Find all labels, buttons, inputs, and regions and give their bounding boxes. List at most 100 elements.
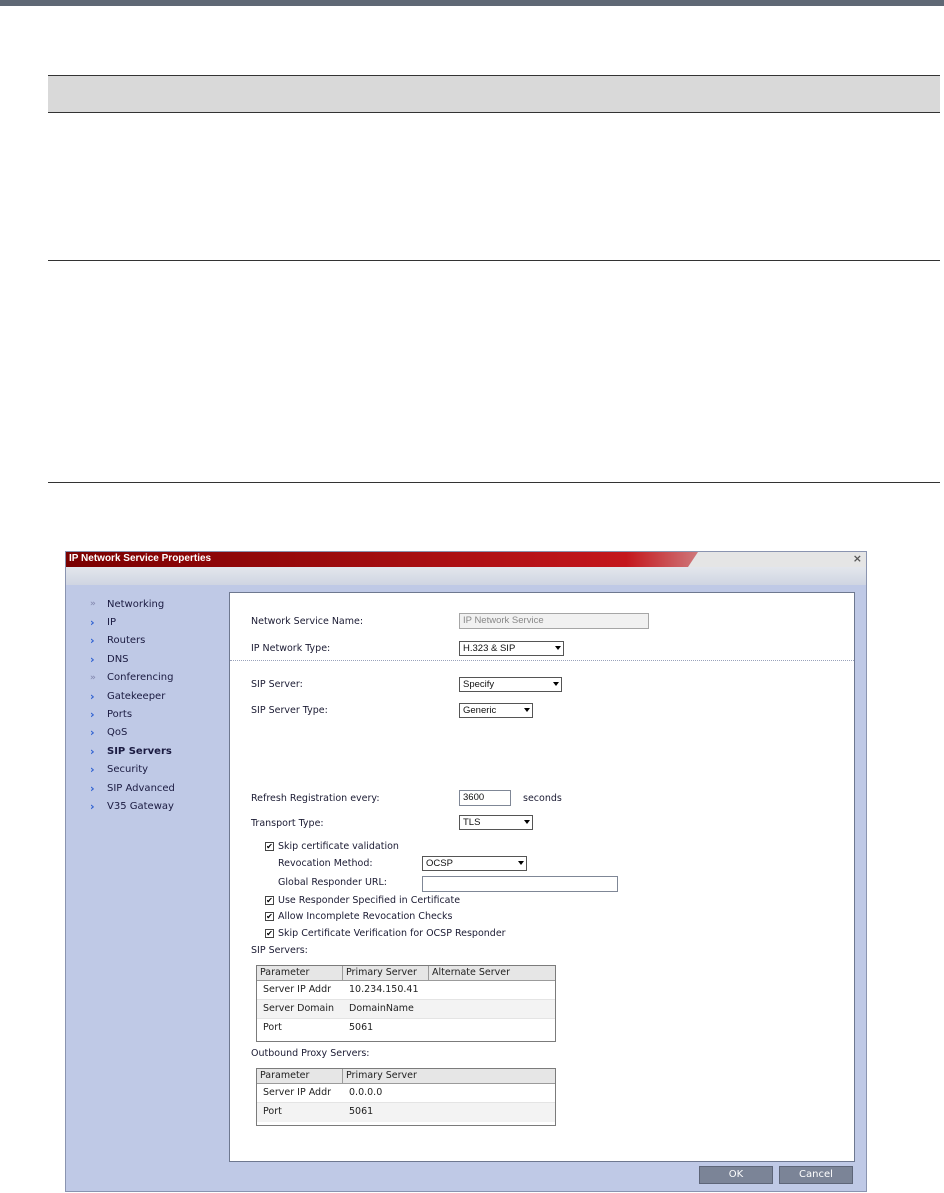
table-cell: 10.234.150.41 [349, 984, 419, 995]
chevron-down-icon [524, 708, 530, 712]
document-table-row [48, 261, 940, 483]
table-row[interactable]: Port 5061 [257, 1019, 555, 1038]
network-type-value: H.323 & SIP [463, 643, 516, 654]
sip-server-select[interactable]: Specify [459, 677, 562, 692]
sidebar-item-dns[interactable]: › DNS [90, 650, 220, 668]
skip-ocsp-label: Skip Certificate Verification for OCSP R… [278, 928, 506, 939]
sip-server-type-label: SIP Server Type: [251, 705, 328, 716]
service-name-field[interactable]: IP Network Service [459, 613, 649, 629]
dialog-titlebar: IP Network Service Properties × [66, 552, 866, 567]
ok-button[interactable]: OK [699, 1166, 773, 1184]
table-cell: Port [263, 1022, 282, 1033]
skip-ocsp-checkbox[interactable]: ✔ [265, 929, 274, 938]
global-url-label: Global Responder URL: [278, 877, 388, 888]
sidebar-item-qos[interactable]: › QoS [90, 724, 220, 742]
network-type-label: IP Network Type: [251, 643, 331, 654]
allow-incomplete-checkbox[interactable]: ✔ [265, 912, 274, 921]
close-icon[interactable]: × [853, 552, 862, 565]
table-cell [429, 1000, 555, 1018]
revocation-value: OCSP [426, 858, 453, 869]
chevron-right-icon: › [90, 799, 95, 813]
sidebar-item-label: Gatekeeper [107, 690, 166, 702]
column-header: Parameter [257, 1069, 343, 1083]
table-cell: Server Domain [263, 1003, 335, 1014]
sidebar-item-label: SIP Servers [107, 745, 172, 757]
table-row[interactable]: Server Domain DomainName [257, 1000, 555, 1019]
table-cell [429, 1019, 555, 1038]
chevron-down-icon [518, 861, 524, 865]
table-header: Parameter Primary Server Alternate Serve… [257, 966, 555, 981]
titlebar-wedge [688, 552, 866, 567]
sidebar-item-label: SIP Advanced [107, 782, 175, 794]
sidebar-item-label: IP [107, 617, 116, 629]
sidebar-item-label: DNS [107, 653, 129, 665]
cancel-button[interactable]: Cancel [779, 1166, 853, 1184]
sidebar-item-label: Security [107, 764, 149, 776]
sip-server-value: Specify [463, 679, 495, 690]
section-divider [230, 660, 854, 661]
table-cell: Server IP Addr [263, 984, 332, 995]
chevron-right-icon: › [90, 763, 95, 777]
refresh-input[interactable]: 3600 [459, 790, 511, 806]
sidebar-item-v35-gateway[interactable]: › V35 Gateway [90, 797, 220, 815]
allow-incomplete-label: Allow Incomplete Revocation Checks [278, 911, 453, 922]
sidebar-item-label: Conferencing [107, 672, 174, 684]
sidebar-item-label: Networking [107, 598, 165, 610]
global-url-input[interactable] [422, 876, 618, 892]
use-responder-checkbox[interactable]: ✔ [265, 896, 274, 905]
sidebar-item-networking[interactable]: » Networking [90, 595, 220, 613]
column-header: Primary Server [343, 966, 429, 980]
table-row[interactable]: Server IP Addr 0.0.0.0 [257, 1084, 555, 1103]
table-cell [429, 981, 555, 999]
chevron-right-icon: › [90, 652, 95, 666]
table-header: Parameter Primary Server [257, 1069, 555, 1084]
revocation-select[interactable]: OCSP [422, 856, 527, 871]
table-cell: 5061 [349, 1022, 374, 1033]
skip-cert-checkbox[interactable]: ✔ [265, 842, 274, 851]
proxy-servers-label: Outbound Proxy Servers: [251, 1048, 370, 1059]
table-row[interactable]: Server IP Addr 10.234.150.41 [257, 981, 555, 1000]
chevron-down-icon [553, 682, 559, 686]
sidebar-item-ip[interactable]: › IP [90, 613, 220, 631]
sidebar-item-ports[interactable]: › Ports [90, 705, 220, 723]
table-row[interactable]: Port 5061 [257, 1103, 555, 1122]
table-cell: Server IP Addr [263, 1087, 332, 1098]
transport-select[interactable]: TLS [459, 815, 533, 830]
chevron-right-icon: › [90, 616, 95, 630]
chevron-right-icon: › [90, 689, 95, 703]
revocation-label: Revocation Method: [278, 858, 373, 869]
chevron-down-icon [555, 646, 561, 650]
sip-server-type-value: Generic [463, 705, 497, 716]
sidebar-item-gatekeeper[interactable]: › Gatekeeper [90, 687, 220, 705]
sidebar-item-routers[interactable]: › Routers [90, 632, 220, 650]
sip-servers-panel: Network Service Name: IP Network Service… [229, 592, 855, 1162]
refresh-label: Refresh Registration every: [251, 793, 380, 804]
dialog-subbar [66, 567, 866, 585]
chevron-down-icon [524, 820, 530, 824]
document-table-row [48, 113, 940, 261]
chevron-right-icon: › [90, 634, 95, 648]
table-cell: Port [263, 1106, 282, 1117]
page-top-bar [0, 0, 944, 6]
proxy-servers-table: Parameter Primary Server Server IP Addr … [256, 1068, 556, 1126]
sidebar-item-label: V35 Gateway [107, 800, 174, 812]
sip-server-label: SIP Server: [251, 679, 303, 690]
network-type-select[interactable]: H.323 & SIP [459, 641, 564, 656]
ip-network-service-dialog: IP Network Service Properties × » Network… [65, 551, 867, 1192]
skip-cert-label: Skip certificate validation [278, 841, 399, 852]
sidebar-item-security[interactable]: › Security [90, 761, 220, 779]
sidebar-item-sip-advanced[interactable]: › SIP Advanced [90, 779, 220, 797]
chevron-right-icon: › [90, 744, 95, 758]
transport-label: Transport Type: [251, 818, 324, 829]
dialog-title: IP Network Service Properties [69, 553, 212, 564]
double-chevron-icon: » [90, 599, 96, 610]
service-name-label: Network Service Name: [251, 616, 364, 627]
chevron-right-icon: › [90, 708, 95, 722]
chevron-right-icon: › [90, 726, 95, 740]
sidebar-item-conferencing[interactable]: » Conferencing [90, 669, 220, 687]
sidebar-item-label: Routers [107, 635, 146, 647]
sip-server-type-select[interactable]: Generic [459, 703, 533, 718]
document-table-header [48, 75, 940, 113]
sidebar-item-sip-servers[interactable]: › SIP Servers [90, 742, 220, 760]
column-header: Primary Server [346, 1070, 417, 1081]
